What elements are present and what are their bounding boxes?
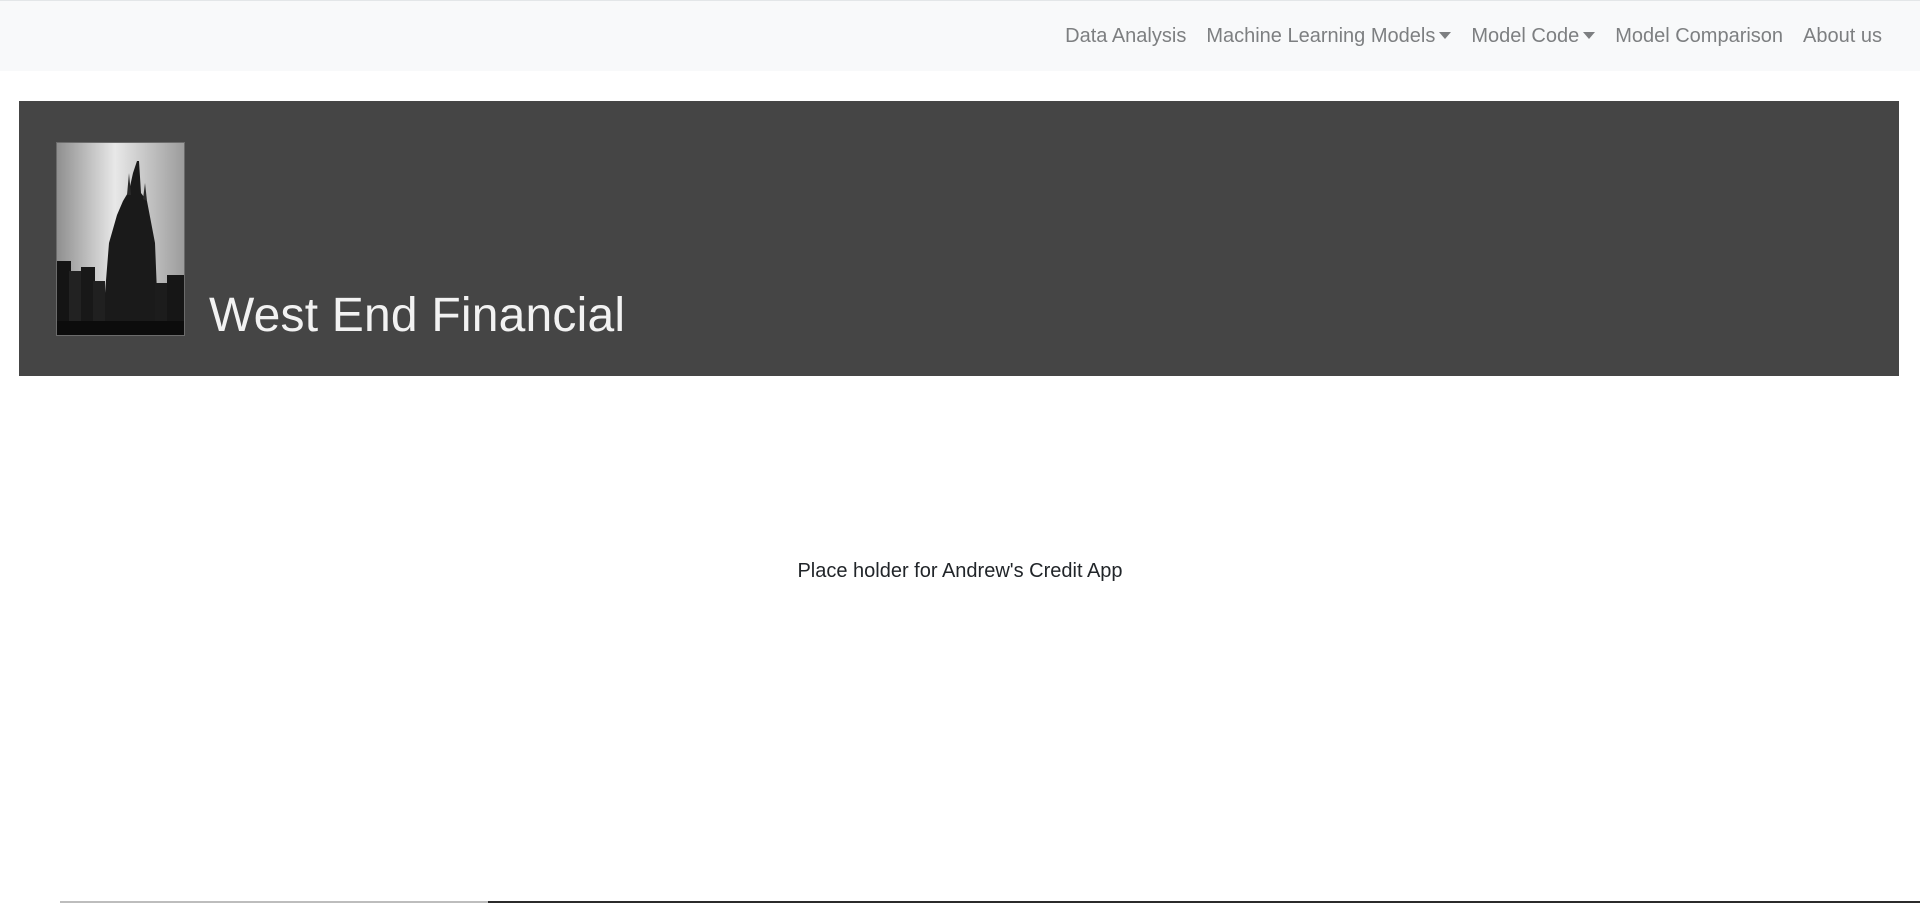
nav-model-code-dropdown[interactable]: Model Code bbox=[1471, 25, 1596, 48]
nav-menu: Data Analysis Machine Learning Models Mo… bbox=[1065, 25, 1882, 48]
hero-banner: West End Financial bbox=[19, 101, 1899, 376]
caret-down-icon bbox=[1439, 32, 1452, 39]
brand-title: West End Financial bbox=[209, 289, 626, 342]
nav-data-analysis-label: Data Analysis bbox=[1065, 25, 1187, 47]
caret-down-icon bbox=[1583, 32, 1596, 39]
nav-data-analysis[interactable]: Data Analysis bbox=[1065, 25, 1186, 48]
nav-about-us[interactable]: About us bbox=[1803, 25, 1882, 48]
nav-model-code-label: Model Code bbox=[1471, 25, 1580, 47]
building-silhouette-icon bbox=[56, 142, 185, 336]
nav-model-comparison[interactable]: Model Comparison bbox=[1615, 25, 1783, 48]
nav-model-comparison-label: Model Comparison bbox=[1615, 25, 1784, 47]
nav-machine-learning-models-label: Machine Learning Models bbox=[1206, 25, 1436, 47]
placeholder-text: Place holder for Andrew's Credit App bbox=[797, 560, 1123, 582]
nav-machine-learning-models-dropdown[interactable]: Machine Learning Models bbox=[1206, 25, 1452, 48]
top-navbar: Data Analysis Machine Learning Models Mo… bbox=[0, 0, 1920, 71]
nav-about-us-label: About us bbox=[1803, 25, 1882, 47]
